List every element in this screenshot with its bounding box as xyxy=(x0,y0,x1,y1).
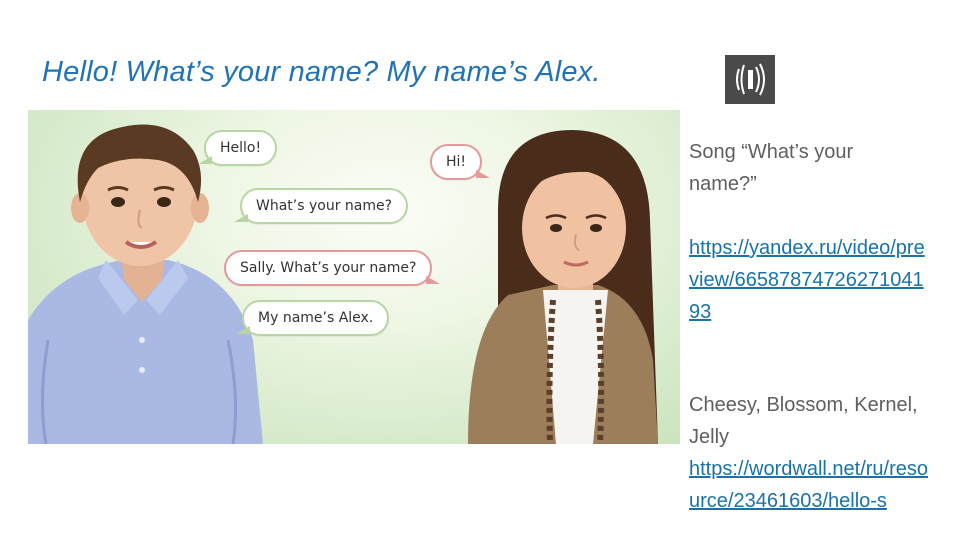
speech-bubble-hi: Hi! xyxy=(430,144,491,180)
bubble-text: Sally. What’s your name? xyxy=(240,260,417,276)
speech-bubble-sally: Sally. What’s your name? xyxy=(224,250,441,286)
song-link-text[interactable]: https://yandex.ru/video/preview/66587874… xyxy=(689,237,925,323)
sound-button[interactable] xyxy=(725,55,775,104)
speech-bubble-whats-your-name: What’s your name? xyxy=(234,188,409,224)
speech-bubble-hello: Hello! xyxy=(198,130,278,166)
characters-text: Cheesy, Blossom, Kernel, Jelly xyxy=(689,394,918,448)
speaker-sound-icon xyxy=(736,63,765,96)
song-label: Song “What’s your name?” xyxy=(689,141,854,195)
bubble-text: Hi! xyxy=(446,154,467,170)
girl-figure xyxy=(468,130,658,444)
conversation-illustration: Hello! Hi! What’s your name? Sally. What… xyxy=(28,110,680,444)
slide-title: Hello! What’s your name? My name’s Alex. xyxy=(42,56,601,88)
bubble-text: What’s your name? xyxy=(256,198,393,214)
wordwall-link-text[interactable]: https://wordwall.net/ru/resource/2346160… xyxy=(689,458,928,512)
speech-bubble-alex: My name’s Alex. xyxy=(236,300,390,336)
song-link[interactable]: https://yandex.ru/video/preview/66587874… xyxy=(689,232,929,328)
boy-figure xyxy=(28,124,263,444)
wordwall-link[interactable]: https://wordwall.net/ru/resource/2346160… xyxy=(689,453,929,517)
bubble-text: My name’s Alex. xyxy=(258,310,374,326)
bubble-text: Hello! xyxy=(220,140,262,156)
